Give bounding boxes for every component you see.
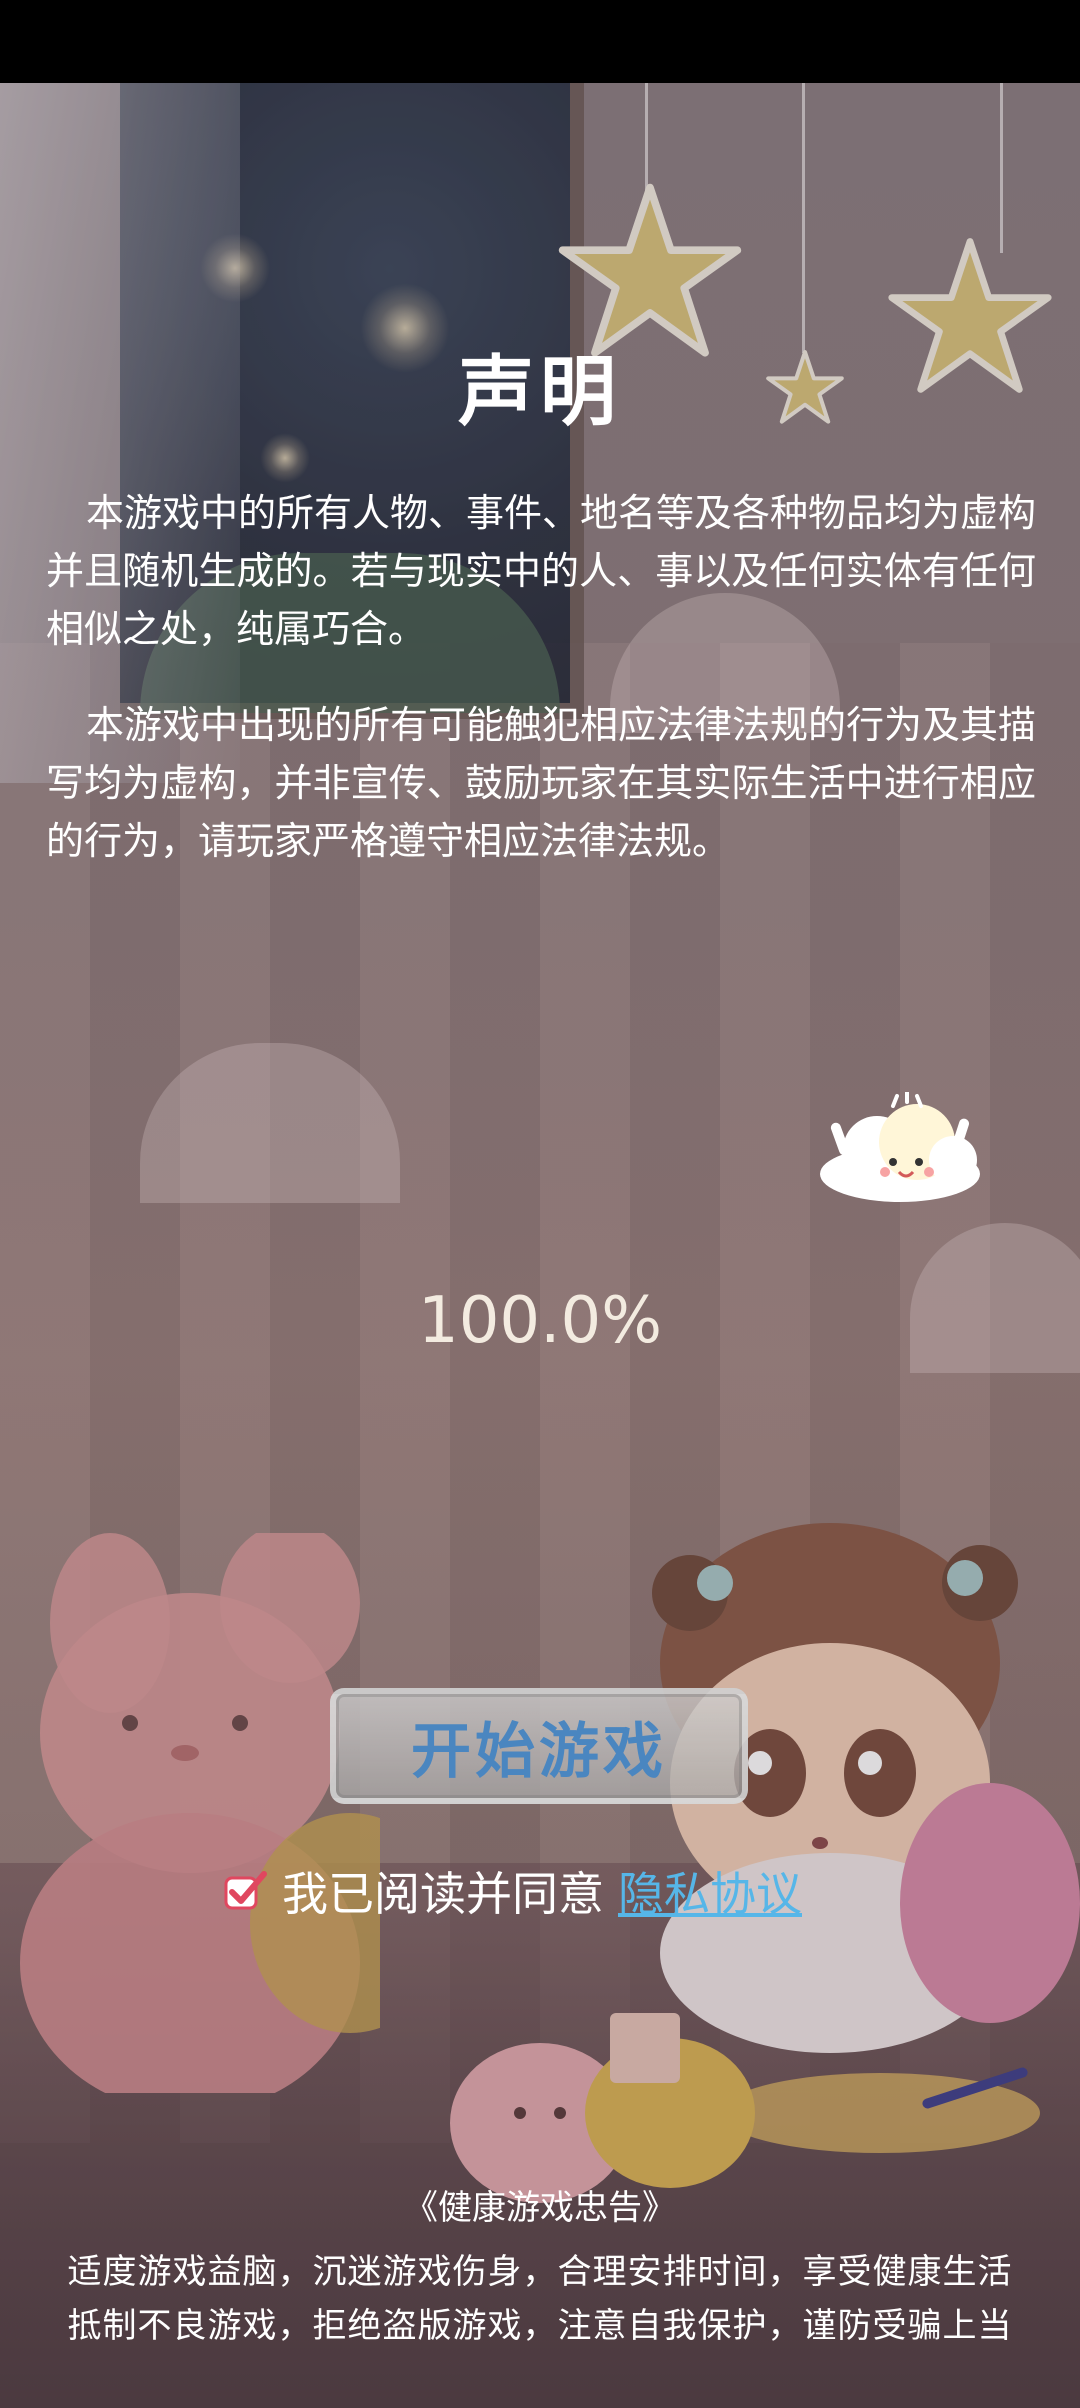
health-advice-line-1: 适度游戏益脑，沉迷游戏伤身，合理安排时间，享受健康生活 <box>67 2252 1013 2292</box>
notice-title: 声明 <box>458 347 622 436</box>
status-bar <box>0 0 1080 83</box>
privacy-agreement-row: 我已阅读并同意 隐私协议 <box>222 1858 802 1924</box>
loading-progress-text: 100.0% <box>417 1284 663 1358</box>
app-screen: 声明 本游戏中的所有人物、事件、地名等及各种物品均为虚构并且随机生成的。若与现实… <box>0 0 1080 2408</box>
agreement-text: 我已阅读并同意 <box>282 1867 604 1921</box>
health-advice-line-2: 抵制不良游戏，拒绝盗版游戏，注意自我保护，谨防受骗上当 <box>67 2306 1013 2346</box>
notice-paragraph-1: 本游戏中的所有人物、事件、地名等及各种物品均为虚构并且随机生成的。若与现实中的人… <box>46 491 1037 651</box>
agreement-checkbox[interactable] <box>222 1868 268 1914</box>
start-game-button[interactable]: 开始游戏 <box>330 1688 748 1804</box>
privacy-policy-link[interactable]: 隐私协议 <box>618 1858 802 1924</box>
checkbox-checked-icon <box>224 1871 267 1910</box>
start-game-button-label: 开始游戏 <box>411 1716 667 1787</box>
health-advice-title: 《健康游戏忠告》 <box>404 2188 676 2228</box>
notice-paragraph-2: 本游戏中出现的所有可能触犯相应法律法规的行为及其描写均为虚构，并非宣传、鼓励玩家… <box>46 703 1037 863</box>
cloud-mascot-icon <box>820 1092 980 1202</box>
